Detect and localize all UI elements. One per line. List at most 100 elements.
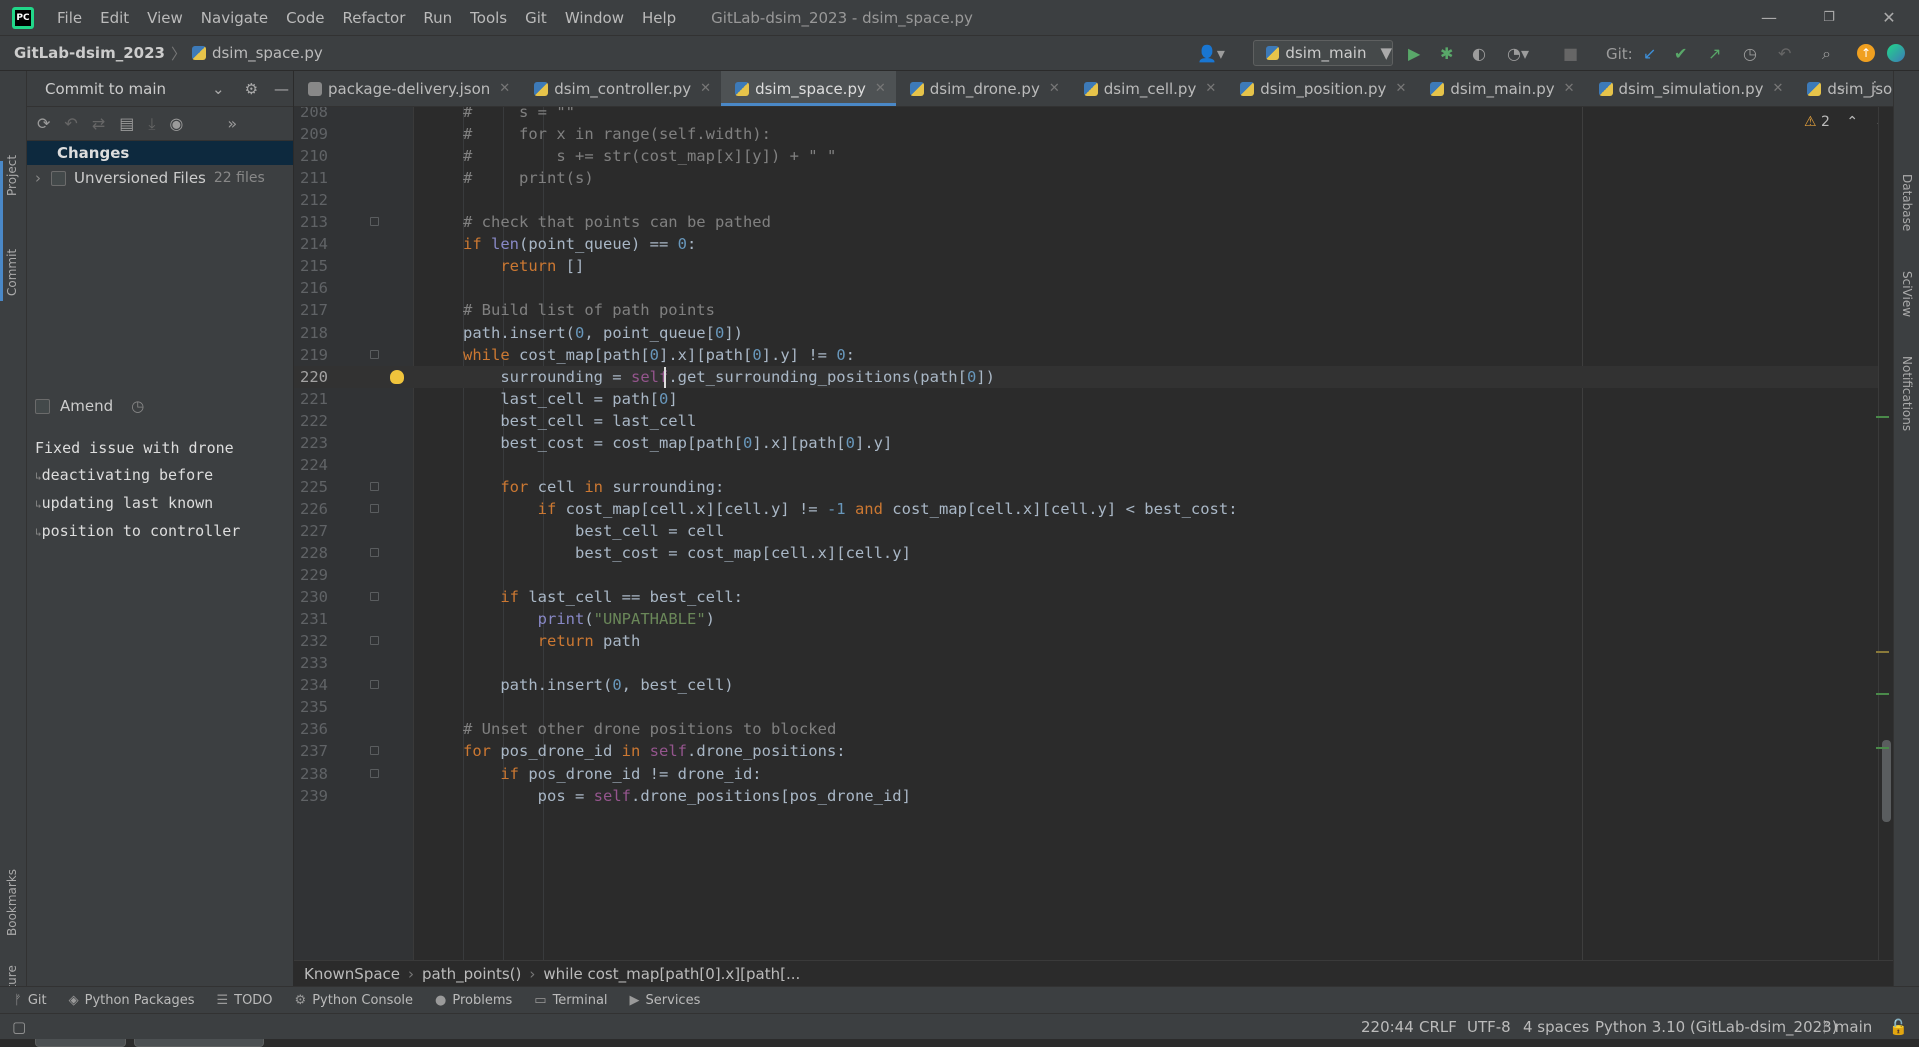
run-icon[interactable]: ▶ (1408, 44, 1420, 63)
change-marker[interactable] (1876, 747, 1889, 749)
toolwindow-python-console[interactable]: ⚙ Python Console (295, 993, 413, 1008)
user-icon[interactable]: 👤▾ (1197, 44, 1225, 63)
close-tab-icon[interactable]: ✕ (499, 81, 510, 96)
breadcrumb-project[interactable]: GitLab-dsim_2023 (14, 44, 165, 62)
stop-icon[interactable]: ■ (1563, 44, 1578, 63)
tab-dsim-drone-py[interactable]: dsim_drone.py ✕ (896, 71, 1070, 106)
git-update-icon[interactable]: ↙ (1643, 44, 1656, 63)
menu-view[interactable]: View (138, 9, 192, 27)
close-tab-icon[interactable]: ✕ (1205, 81, 1216, 96)
close-button[interactable]: ✕ (1859, 0, 1919, 35)
refresh-icon[interactable]: ⟳ (37, 114, 50, 133)
search-icon[interactable]: ⌕ (1822, 44, 1831, 64)
commit-message-input[interactable]: Fixed issue with drone ↳deactivating befo… (27, 429, 294, 829)
fold-marker-icon[interactable] (370, 636, 379, 646)
sciview-tool-tab[interactable]: SciView (1900, 271, 1914, 317)
fold-marker-icon[interactable] (370, 503, 379, 513)
unversioned-checkbox[interactable] (51, 170, 66, 186)
close-tab-icon[interactable]: ✕ (1049, 81, 1060, 96)
menu-window[interactable]: Window (556, 9, 633, 27)
history-icon[interactable]: ◷ (1743, 44, 1757, 63)
close-tab-icon[interactable]: ✕ (1564, 81, 1575, 96)
fold-marker-icon[interactable] (370, 481, 379, 491)
toolwindow-python-packages[interactable]: ◈ Python Packages (69, 993, 195, 1008)
toolwindow-services[interactable]: ▶ Services (630, 993, 701, 1008)
tab-dsim-position-py[interactable]: dsim_position.py ✕ (1226, 71, 1416, 106)
lock-icon[interactable]: 🔓 (1889, 1018, 1908, 1036)
toolwindow-terminal[interactable]: ▭ Terminal (534, 993, 607, 1008)
changes-node[interactable]: Changes (27, 141, 293, 165)
menu-code[interactable]: Code (277, 9, 333, 27)
fold-marker-icon[interactable] (370, 548, 379, 557)
project-tool-tab[interactable]: Project (5, 155, 19, 196)
breadcrumb-statement[interactable]: while cost_map[path[0].x][path[... (543, 965, 800, 983)
breadcrumb-class[interactable]: KnownSpace (304, 965, 400, 983)
history-icon[interactable]: ◷ (131, 397, 144, 415)
diff-icon[interactable]: ▤ (119, 114, 134, 133)
layout-icon[interactable]: ▢ (12, 1018, 26, 1036)
code-editor[interactable]: 208 # s = "" 209 # for x in range(self.widt… (294, 107, 1893, 960)
chevron-up-icon[interactable]: ⌃ (1846, 114, 1858, 130)
more-options-icon[interactable]: ⋮ (1868, 79, 1882, 95)
commit-tool-tab[interactable]: Commit (5, 249, 19, 296)
menu-tools[interactable]: Tools (461, 9, 516, 27)
warning-marker[interactable] (1876, 651, 1889, 653)
fold-marker-icon[interactable] (370, 746, 379, 756)
chevron-right-icon[interactable]: › (35, 169, 41, 187)
coverage-icon[interactable]: ◐ (1472, 44, 1486, 63)
notifications-tool-tab[interactable]: Notifications (1900, 356, 1914, 431)
toolwindow-problems[interactable]: ● Problems (435, 993, 512, 1008)
plugin-icon[interactable] (1887, 44, 1905, 62)
amend-checkbox[interactable] (35, 398, 50, 414)
change-marker[interactable] (1876, 693, 1889, 695)
close-tab-icon[interactable]: ✕ (1773, 81, 1784, 96)
tab-dsim-simulation-py[interactable]: dsim_simulation.py ✕ (1585, 71, 1794, 106)
menu-run[interactable]: Run (414, 9, 461, 27)
fold-marker-icon[interactable] (370, 592, 379, 602)
lightbulb-icon[interactable] (390, 369, 404, 384)
unversioned-files-node[interactable]: › Unversioned Files 22 files (27, 165, 293, 191)
change-marker[interactable] (1876, 416, 1889, 418)
git-push-icon[interactable]: ↗ (1708, 44, 1721, 63)
breadcrumb-file[interactable]: dsim_space.py (191, 44, 323, 62)
scrollbar-thumb[interactable] (1882, 740, 1891, 822)
breadcrumb-method[interactable]: path_points() (422, 965, 521, 983)
rollback-icon[interactable]: ↶ (64, 114, 77, 133)
toolwindow-todo[interactable]: ☰ TODO (216, 993, 272, 1008)
inspection-widget[interactable]: ⚠ 2 ⌃ ⌄ (1804, 114, 1886, 130)
tab-dsim-space-py[interactable]: dsim_space.py ✕ (721, 71, 896, 106)
fold-marker-icon[interactable] (370, 768, 379, 778)
minimize-button[interactable]: — (1739, 0, 1799, 35)
menu-git[interactable]: Git (516, 9, 556, 27)
menu-help[interactable]: Help (633, 9, 685, 27)
caret-position[interactable]: 220:44 (1361, 1018, 1414, 1036)
tab-list-chevron-icon[interactable]: ⌄ (1836, 79, 1848, 95)
rollback-icon[interactable]: ↶ (1778, 44, 1791, 63)
move-icon[interactable]: ⇄ (92, 114, 105, 133)
minimize-panel-icon[interactable]: — (274, 80, 289, 98)
run-config-dropdown[interactable]: dsim_main ▼ (1253, 40, 1393, 66)
pycharm-logo-icon[interactable] (12, 6, 34, 29)
tab-dsim-cell-py[interactable]: dsim_cell.py ✕ (1070, 71, 1227, 106)
menu-refactor[interactable]: Refactor (333, 9, 414, 27)
fold-marker-icon[interactable] (370, 680, 379, 690)
fold-marker-icon[interactable] (370, 217, 379, 227)
close-tab-icon[interactable]: ✕ (700, 81, 711, 96)
bookmarks-tool-tab[interactable]: Bookmarks (5, 869, 19, 936)
git-commit-icon[interactable]: ✔ (1674, 44, 1687, 63)
debug-icon[interactable]: ✱ (1440, 44, 1453, 63)
update-icon[interactable]: ↑ (1857, 44, 1875, 62)
tab-dsim-main-py[interactable]: dsim_main.py ✕ (1416, 71, 1584, 106)
git-branch[interactable]: ᚠ main (1821, 1018, 1872, 1036)
more-icon[interactable]: » (227, 114, 237, 133)
indent-setting[interactable]: 4 spaces (1523, 1018, 1589, 1036)
tab-package-delivery-json[interactable]: package-delivery.json ✕ (294, 71, 520, 106)
line-separator[interactable]: CRLF (1419, 1018, 1457, 1036)
close-tab-icon[interactable]: ✕ (875, 81, 886, 96)
python-interpreter[interactable]: Python 3.10 (GitLab-dsim_2023) (1595, 1018, 1838, 1036)
close-tab-icon[interactable]: ✕ (1395, 81, 1406, 96)
menu-file[interactable]: File (48, 9, 91, 27)
database-tool-tab[interactable]: Database (1900, 174, 1914, 231)
tab-dsim-controller-py[interactable]: dsim_controller.py ✕ (520, 71, 721, 106)
shelve-icon[interactable]: ⤓ (148, 114, 155, 134)
